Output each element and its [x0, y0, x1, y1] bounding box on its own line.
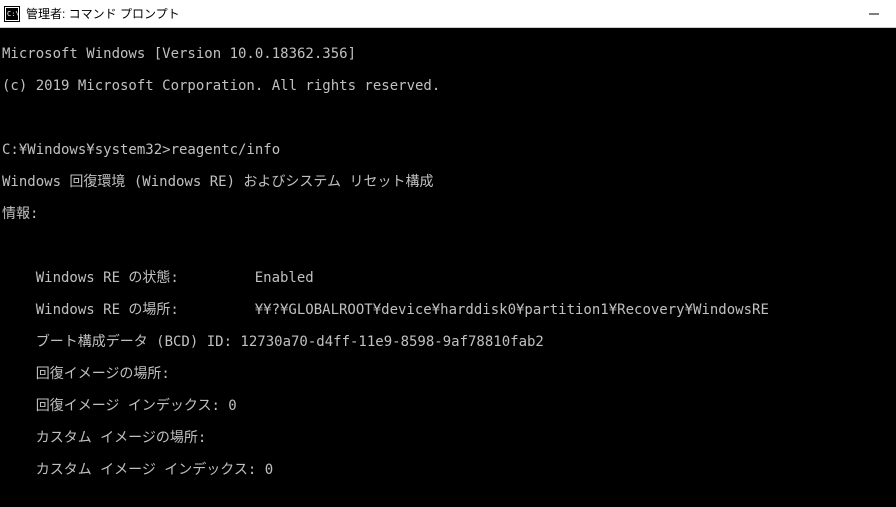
output-line [2, 494, 894, 507]
terminal-output[interactable]: Microsoft Windows [Version 10.0.18362.35… [0, 28, 896, 507]
output-line: Windows RE の状態: Enabled [2, 270, 894, 286]
titlebar: C:\ 管理者: コマンド プロンプト [0, 0, 896, 28]
output-line: 情報: [2, 206, 894, 222]
output-line: Microsoft Windows [Version 10.0.18362.35… [2, 46, 894, 62]
window-title: 管理者: コマンド プロンプト [26, 5, 180, 22]
window-controls [852, 0, 896, 27]
output-line: Windows RE の場所: ¥¥?¥GLOBALROOT¥device¥ha… [2, 302, 894, 318]
output-line: 回復イメージの場所: [2, 366, 894, 382]
output-line: Windows 回復環境 (Windows RE) およびシステム リセット構成 [2, 174, 894, 190]
command-line: C:¥Windows¥system32>reagentc/info [2, 142, 894, 158]
output-line: カスタム イメージ インデックス: 0 [2, 462, 894, 478]
minimize-button[interactable] [852, 0, 896, 28]
output-line: (c) 2019 Microsoft Corporation. All righ… [2, 78, 894, 94]
output-line [2, 110, 894, 126]
output-line: 回復イメージ インデックス: 0 [2, 398, 894, 414]
output-line: カスタム イメージの場所: [2, 430, 894, 446]
output-line [2, 238, 894, 254]
cmd-icon: C:\ [4, 6, 20, 22]
output-line: ブート構成データ (BCD) ID: 12730a70-d4ff-11e9-85… [2, 334, 894, 350]
svg-text:C:\: C:\ [7, 10, 20, 18]
